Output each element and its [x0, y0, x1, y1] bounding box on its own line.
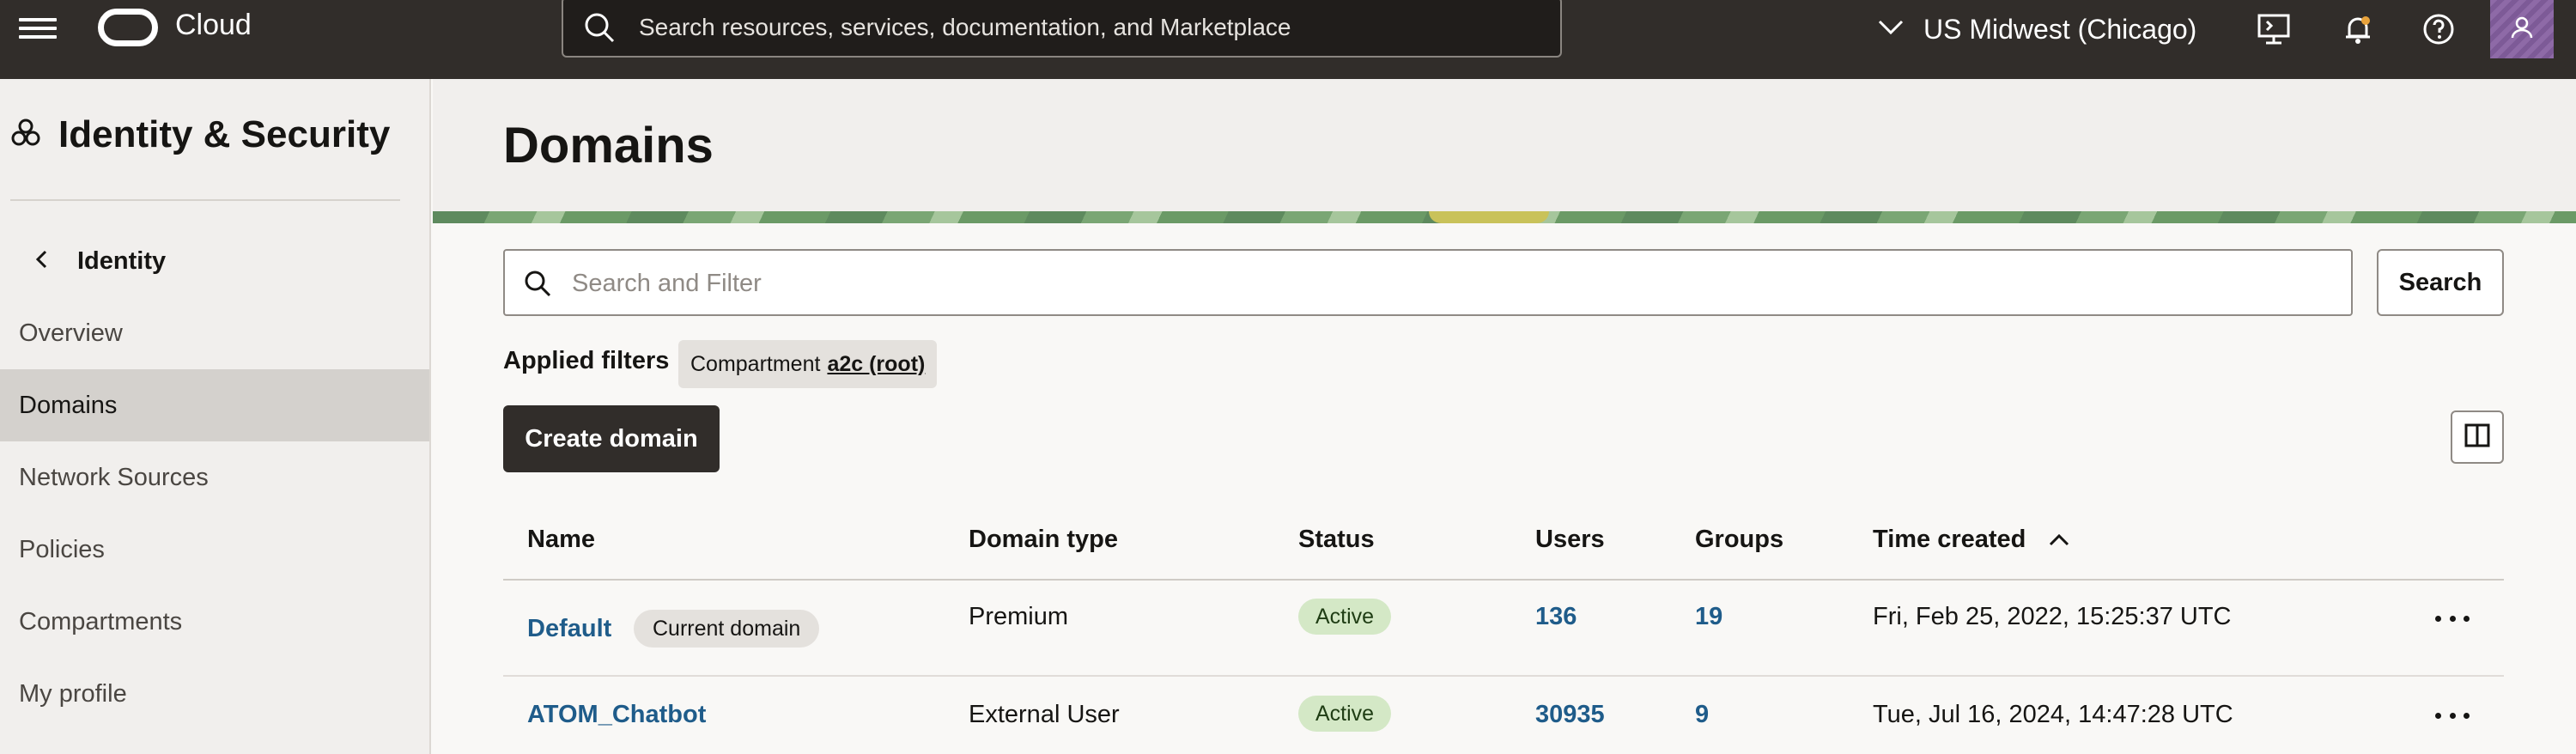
banner-accent	[1429, 211, 1549, 223]
users-count-link[interactable]: 136	[1535, 603, 1577, 631]
table-header-divider	[503, 579, 2504, 581]
column-header-groups[interactable]: Groups	[1695, 526, 1783, 554]
column-header-users[interactable]: Users	[1535, 526, 1605, 554]
sidebar-title-text: Identity & Security	[58, 113, 391, 155]
chevron-left-icon	[34, 249, 48, 274]
sort-ascending-icon[interactable]	[2048, 526, 2070, 553]
time-created-cell: Tue, Jul 16, 2024, 14:47:28 UTC	[1873, 701, 2233, 728]
help-icon[interactable]	[2421, 12, 2456, 46]
domain-name-link[interactable]: ATOM_Chatbot	[527, 701, 706, 729]
users-count-link[interactable]: 30935	[1535, 701, 1605, 729]
region-selector[interactable]: US Midwest (Chicago)	[1877, 12, 2196, 46]
top-header: Cloud Search resources, services, docume…	[0, 0, 2576, 79]
row-divider	[503, 675, 2504, 677]
sidebar-divider	[10, 199, 400, 201]
row-actions-menu-icon[interactable]	[2435, 707, 2470, 724]
time-created-cell: Fri, Feb 25, 2022, 15:25:37 UTC	[1873, 603, 2232, 630]
domain-type-cell: External User	[969, 701, 1120, 728]
domain-type-cell: Premium	[969, 603, 1069, 630]
column-header-time-created-label: Time created	[1873, 526, 2026, 553]
sidebar-item-policies[interactable]: Policies	[0, 514, 429, 586]
decorative-banner	[433, 211, 2576, 223]
identity-security-icon	[10, 118, 41, 153]
columns-icon	[2464, 422, 2491, 453]
create-domain-button[interactable]: Create domain	[503, 405, 720, 472]
user-avatar[interactable]	[2490, 0, 2554, 58]
sidebar-item-my-profile[interactable]: My profile	[0, 658, 429, 730]
bell-icon[interactable]	[2341, 12, 2375, 46]
search-filter-input[interactable]: Search and Filter	[503, 249, 2353, 316]
current-domain-tag: Current domain	[634, 610, 820, 648]
filter-chip-key: Compartment	[690, 351, 821, 376]
sidebar: Identity & Security Identity Overview Do…	[0, 79, 431, 754]
page-header: Domains	[433, 79, 2576, 211]
status-badge: Active	[1298, 696, 1392, 732]
user-icon	[2509, 15, 2535, 45]
page-title: Domains	[503, 118, 714, 173]
groups-count-link[interactable]: 19	[1695, 603, 1722, 631]
chevron-down-icon	[1877, 19, 1905, 40]
region-label: US Midwest (Chicago)	[1923, 13, 2197, 45]
brand-label[interactable]: Cloud	[175, 9, 252, 42]
column-settings-button[interactable]	[2451, 410, 2504, 464]
search-button[interactable]: Search	[2377, 249, 2504, 316]
column-header-status[interactable]: Status	[1298, 526, 1375, 554]
cloud-shell-icon[interactable]	[2257, 12, 2291, 46]
oracle-logo[interactable]	[98, 9, 158, 46]
status-badge: Active	[1298, 599, 1392, 635]
sidebar-item-compartments[interactable]: Compartments	[0, 586, 429, 658]
global-search-input[interactable]: Search resources, services, documentatio…	[562, 0, 1562, 58]
menu-icon[interactable]	[19, 15, 57, 45]
search-icon	[522, 268, 553, 303]
column-header-time-created[interactable]: Time created	[1873, 526, 2070, 554]
search-icon	[582, 10, 617, 49]
search-filter-placeholder: Search and Filter	[572, 270, 762, 297]
column-header-name[interactable]: Name	[527, 526, 595, 554]
groups-count-link[interactable]: 9	[1695, 701, 1709, 729]
filter-chip-value-link[interactable]: a2c (root)	[827, 352, 925, 377]
applied-filters-label: Applied filters	[503, 347, 670, 374]
sidebar-item-network-sources[interactable]: Network Sources	[0, 441, 429, 514]
filter-chip-compartment: Compartment a2c (root)	[678, 340, 938, 388]
column-header-domain-type[interactable]: Domain type	[969, 526, 1118, 554]
global-search-placeholder: Search resources, services, documentatio…	[639, 14, 1291, 40]
row-actions-menu-icon[interactable]	[2435, 610, 2470, 627]
sidebar-back-label: Identity	[77, 247, 167, 275]
sidebar-title: Identity & Security	[10, 113, 390, 156]
sidebar-back-identity[interactable]: Identity	[34, 247, 166, 276]
domain-name-link[interactable]: Default	[527, 615, 611, 643]
sidebar-item-overview[interactable]: Overview	[0, 297, 429, 369]
sidebar-item-domains[interactable]: Domains	[0, 369, 429, 441]
